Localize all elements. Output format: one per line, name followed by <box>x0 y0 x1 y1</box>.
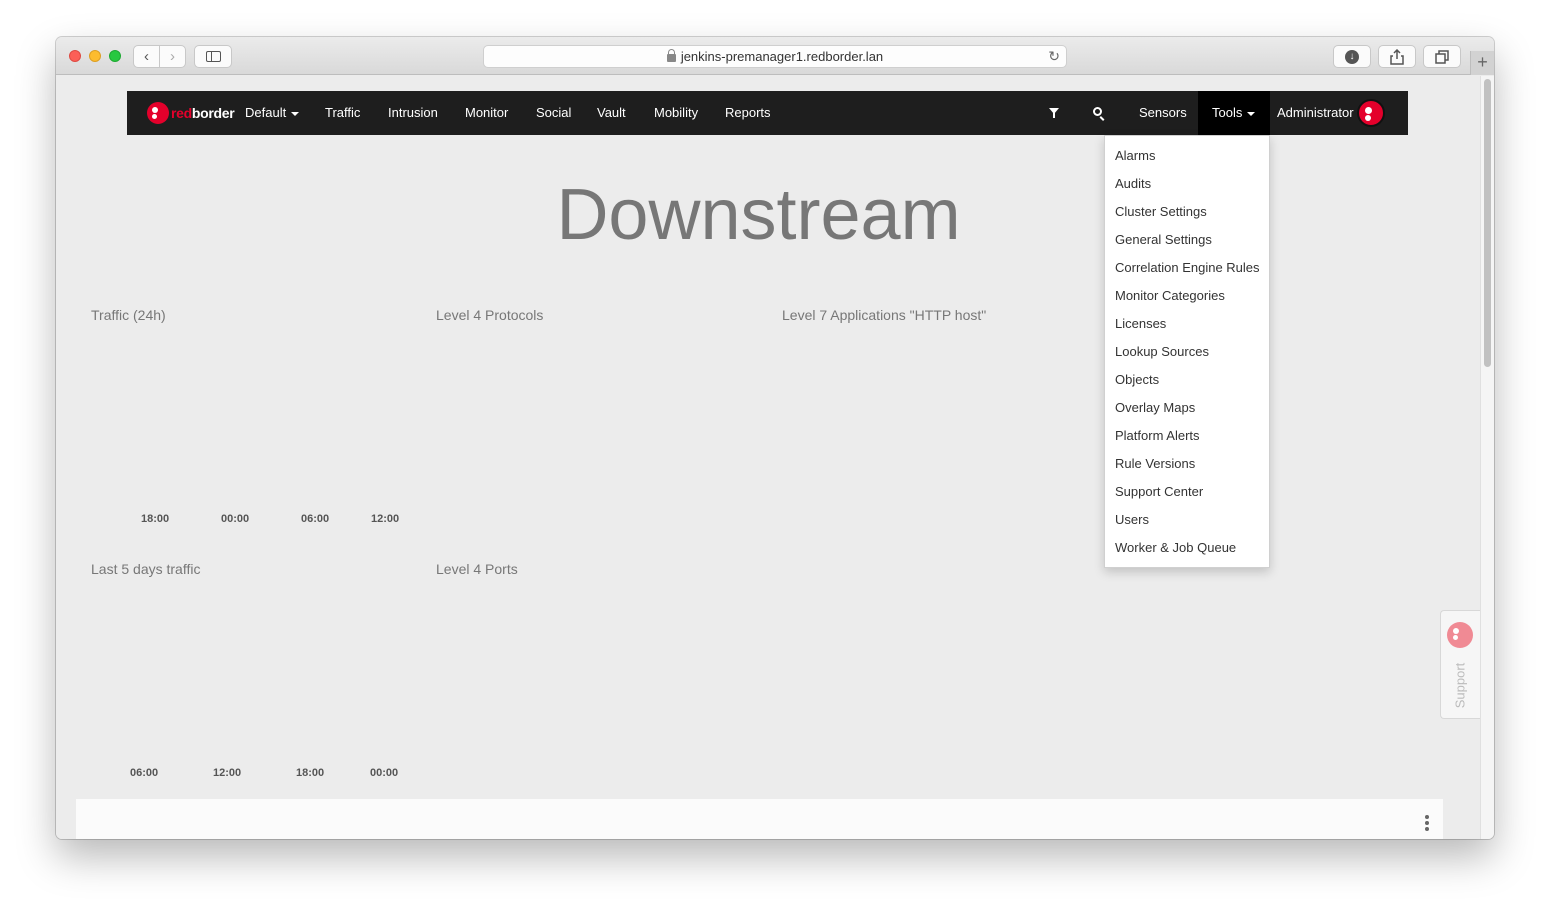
lock-icon <box>666 48 676 62</box>
downloads-button[interactable]: ↓ <box>1333 45 1371 68</box>
address-bar[interactable]: jenkins-premanager1.redborder.lan ↻ <box>483 45 1067 68</box>
support-label: Support <box>1452 662 1468 708</box>
menu-item-licenses[interactable]: Licenses <box>1105 310 1269 338</box>
menu-item-rule-versions[interactable]: Rule Versions <box>1105 450 1269 478</box>
brand-name: redborder <box>171 105 235 121</box>
menu-item-objects[interactable]: Objects <box>1105 366 1269 394</box>
support-logo-icon <box>1447 622 1473 648</box>
tools-dropdown-menu: Alarms Audits Cluster Settings General S… <box>1104 135 1270 568</box>
widget-title-traffic-24h: Traffic (24h) <box>91 307 166 323</box>
widget-title-l4-protocols: Level 4 Protocols <box>436 307 544 323</box>
x-tick-label: 06:00 <box>301 513 330 525</box>
caret-down-icon <box>291 111 300 116</box>
widget-menu-icon[interactable] <box>1425 815 1429 833</box>
filter-icon[interactable] <box>1049 108 1059 118</box>
back-button[interactable]: ‹ <box>134 46 159 67</box>
share-button[interactable] <box>1378 45 1416 68</box>
history-nav-buttons: ‹ › <box>133 45 186 68</box>
x-tick-label: 18:00 <box>141 513 170 525</box>
page-scrollbar[interactable] <box>1480 76 1494 839</box>
nav-sensors[interactable]: Sensors <box>1139 91 1187 135</box>
menu-item-alarms[interactable]: Alarms <box>1105 142 1269 170</box>
url-text: jenkins-premanager1.redborder.lan <box>680 49 884 64</box>
menu-item-general-settings[interactable]: General Settings <box>1105 226 1269 254</box>
nav-social[interactable]: Social <box>536 91 571 135</box>
brand-logo[interactable]: redborder <box>147 102 235 124</box>
nav-intrusion[interactable]: Intrusion <box>388 91 438 135</box>
domain-selector[interactable]: Default <box>245 91 300 135</box>
x-tick-label: 00:00 <box>370 767 399 779</box>
menu-item-monitor-categories[interactable]: Monitor Categories <box>1105 282 1269 310</box>
tab-overview-button[interactable] <box>1423 45 1461 68</box>
redborder-logo-icon <box>147 102 169 124</box>
nav-monitor[interactable]: Monitor <box>465 91 508 135</box>
search-icon[interactable] <box>1093 107 1102 116</box>
nav-mobility[interactable]: Mobility <box>654 91 698 135</box>
widget-title-last-5-days: Last 5 days traffic <box>91 561 201 577</box>
menu-item-overlay-maps[interactable]: Overlay Maps <box>1105 394 1269 422</box>
browser-toolbar: ‹ › jenkins-premanager1.redborder.lan ↻ … <box>56 37 1494 75</box>
x-tick-label: 18:00 <box>296 767 325 779</box>
support-label-wrap: Support <box>1446 659 1474 711</box>
main-navbar: redborder Default Traffic Intrusion Moni… <box>127 91 1408 135</box>
reload-button[interactable]: ↻ <box>1048 48 1060 65</box>
widget-title-l4-ports: Level 4 Ports <box>436 561 518 577</box>
tabs-icon <box>1435 49 1449 64</box>
sidebar-toggle-button[interactable] <box>194 45 232 68</box>
menu-item-worker-job-queue[interactable]: Worker & Job Queue <box>1105 534 1269 562</box>
menu-item-cluster-settings[interactable]: Cluster Settings <box>1105 198 1269 226</box>
browser-window: ‹ › jenkins-premanager1.redborder.lan ↻ … <box>56 37 1494 839</box>
domain-selector-label: Default <box>245 105 287 120</box>
page-content: redborder Default Traffic Intrusion Moni… <box>56 76 1480 839</box>
share-icon <box>1390 48 1404 65</box>
scrollbar-thumb[interactable] <box>1484 79 1491 367</box>
caret-down-icon <box>1247 111 1256 116</box>
nav-vault[interactable]: Vault <box>597 91 626 135</box>
minimize-window-button[interactable] <box>89 50 101 62</box>
new-tab-button[interactable]: + <box>1470 51 1494 75</box>
bottom-widget-panel <box>76 799 1443 839</box>
x-tick-label: 06:00 <box>130 767 159 779</box>
x-tick-label: 12:00 <box>371 513 400 525</box>
zoom-window-button[interactable] <box>109 50 121 62</box>
brand-prefix: red <box>171 105 192 121</box>
nav-tools-label: Tools <box>1212 105 1243 120</box>
nav-tools[interactable]: Tools <box>1212 91 1256 135</box>
user-avatar[interactable] <box>1357 99 1385 127</box>
sidebar-icon <box>205 51 221 62</box>
support-tab[interactable]: Support <box>1440 610 1480 719</box>
menu-item-correlation-engine-rules[interactable]: Correlation Engine Rules <box>1105 254 1269 282</box>
menu-item-audits[interactable]: Audits <box>1105 170 1269 198</box>
widget-title-l7-applications: Level 7 Applications "HTTP host" <box>782 307 987 323</box>
menu-item-users[interactable]: Users <box>1105 506 1269 534</box>
forward-button[interactable]: › <box>160 46 185 67</box>
close-window-button[interactable] <box>69 50 81 62</box>
brand-suffix: border <box>191 105 235 121</box>
nav-reports[interactable]: Reports <box>725 91 771 135</box>
download-icon: ↓ <box>1345 49 1359 64</box>
nav-traffic[interactable]: Traffic <box>325 91 360 135</box>
menu-item-lookup-sources[interactable]: Lookup Sources <box>1105 338 1269 366</box>
x-tick-label: 12:00 <box>213 767 242 779</box>
menu-item-platform-alerts[interactable]: Platform Alerts <box>1105 422 1269 450</box>
x-tick-label: 00:00 <box>221 513 250 525</box>
user-menu[interactable]: Administrator <box>1277 91 1354 135</box>
menu-item-support-center[interactable]: Support Center <box>1105 478 1269 506</box>
